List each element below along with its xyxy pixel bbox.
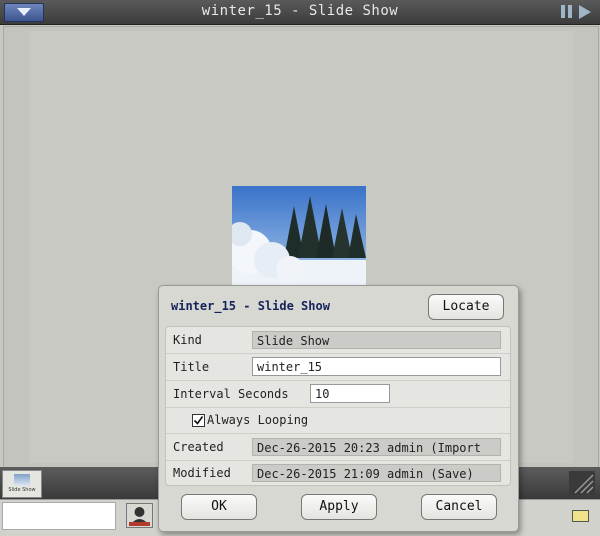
slide-image: [232, 186, 366, 286]
pause-icon[interactable]: [561, 5, 574, 19]
always-looping-label[interactable]: Always Looping: [207, 413, 308, 427]
looping-row: Always Looping: [166, 408, 510, 434]
window-titlebar: winter_15 - Slide Show: [0, 0, 600, 25]
kind-value: Slide Show: [252, 331, 501, 349]
status-input[interactable]: [2, 502, 116, 530]
modified-row: Modified Dec-26-2015 21:09 admin (Save): [166, 461, 510, 484]
interval-row: Interval Seconds 10: [166, 381, 510, 408]
thumbnail-image: [14, 474, 30, 486]
slide-thumbnail[interactable]: Slide Show: [2, 470, 42, 498]
properties-dialog: winter_15 - Slide Show Locate Kind Slide…: [158, 285, 519, 532]
interval-label: Interval Seconds: [173, 387, 289, 401]
kind-row: Kind Slide Show: [166, 327, 510, 354]
resize-grip-icon[interactable]: [569, 471, 595, 495]
user-icon[interactable]: [126, 503, 153, 528]
note-icon[interactable]: [572, 510, 589, 522]
created-label: Created: [173, 440, 224, 454]
always-looping-checkbox[interactable]: [192, 414, 205, 427]
interval-input[interactable]: 10: [310, 384, 390, 403]
title-label: Title: [173, 360, 210, 374]
modified-value: Dec-26-2015 21:09 admin (Save): [252, 464, 501, 482]
title-input[interactable]: winter_15: [252, 357, 501, 376]
properties-panel: Kind Slide Show Title winter_15 Interval…: [165, 326, 511, 486]
dialog-title: winter_15 - Slide Show: [171, 299, 330, 313]
kind-label: Kind: [173, 333, 202, 347]
apply-button[interactable]: Apply: [301, 494, 377, 520]
modified-label: Modified: [173, 466, 231, 480]
cancel-button[interactable]: Cancel: [421, 494, 497, 520]
window-title: winter_15 - Slide Show: [201, 3, 399, 19]
checkmark-icon: [193, 416, 204, 425]
title-row: Title winter_15: [166, 354, 510, 381]
ok-button[interactable]: OK: [181, 494, 257, 520]
locate-button[interactable]: Locate: [428, 294, 504, 320]
created-value: Dec-26-2015 20:23 admin (Import: [252, 438, 501, 456]
play-icon[interactable]: [579, 5, 591, 19]
thumbnail-label: Slide Show: [8, 487, 36, 493]
created-row: Created Dec-26-2015 20:23 admin (Import: [166, 434, 510, 461]
